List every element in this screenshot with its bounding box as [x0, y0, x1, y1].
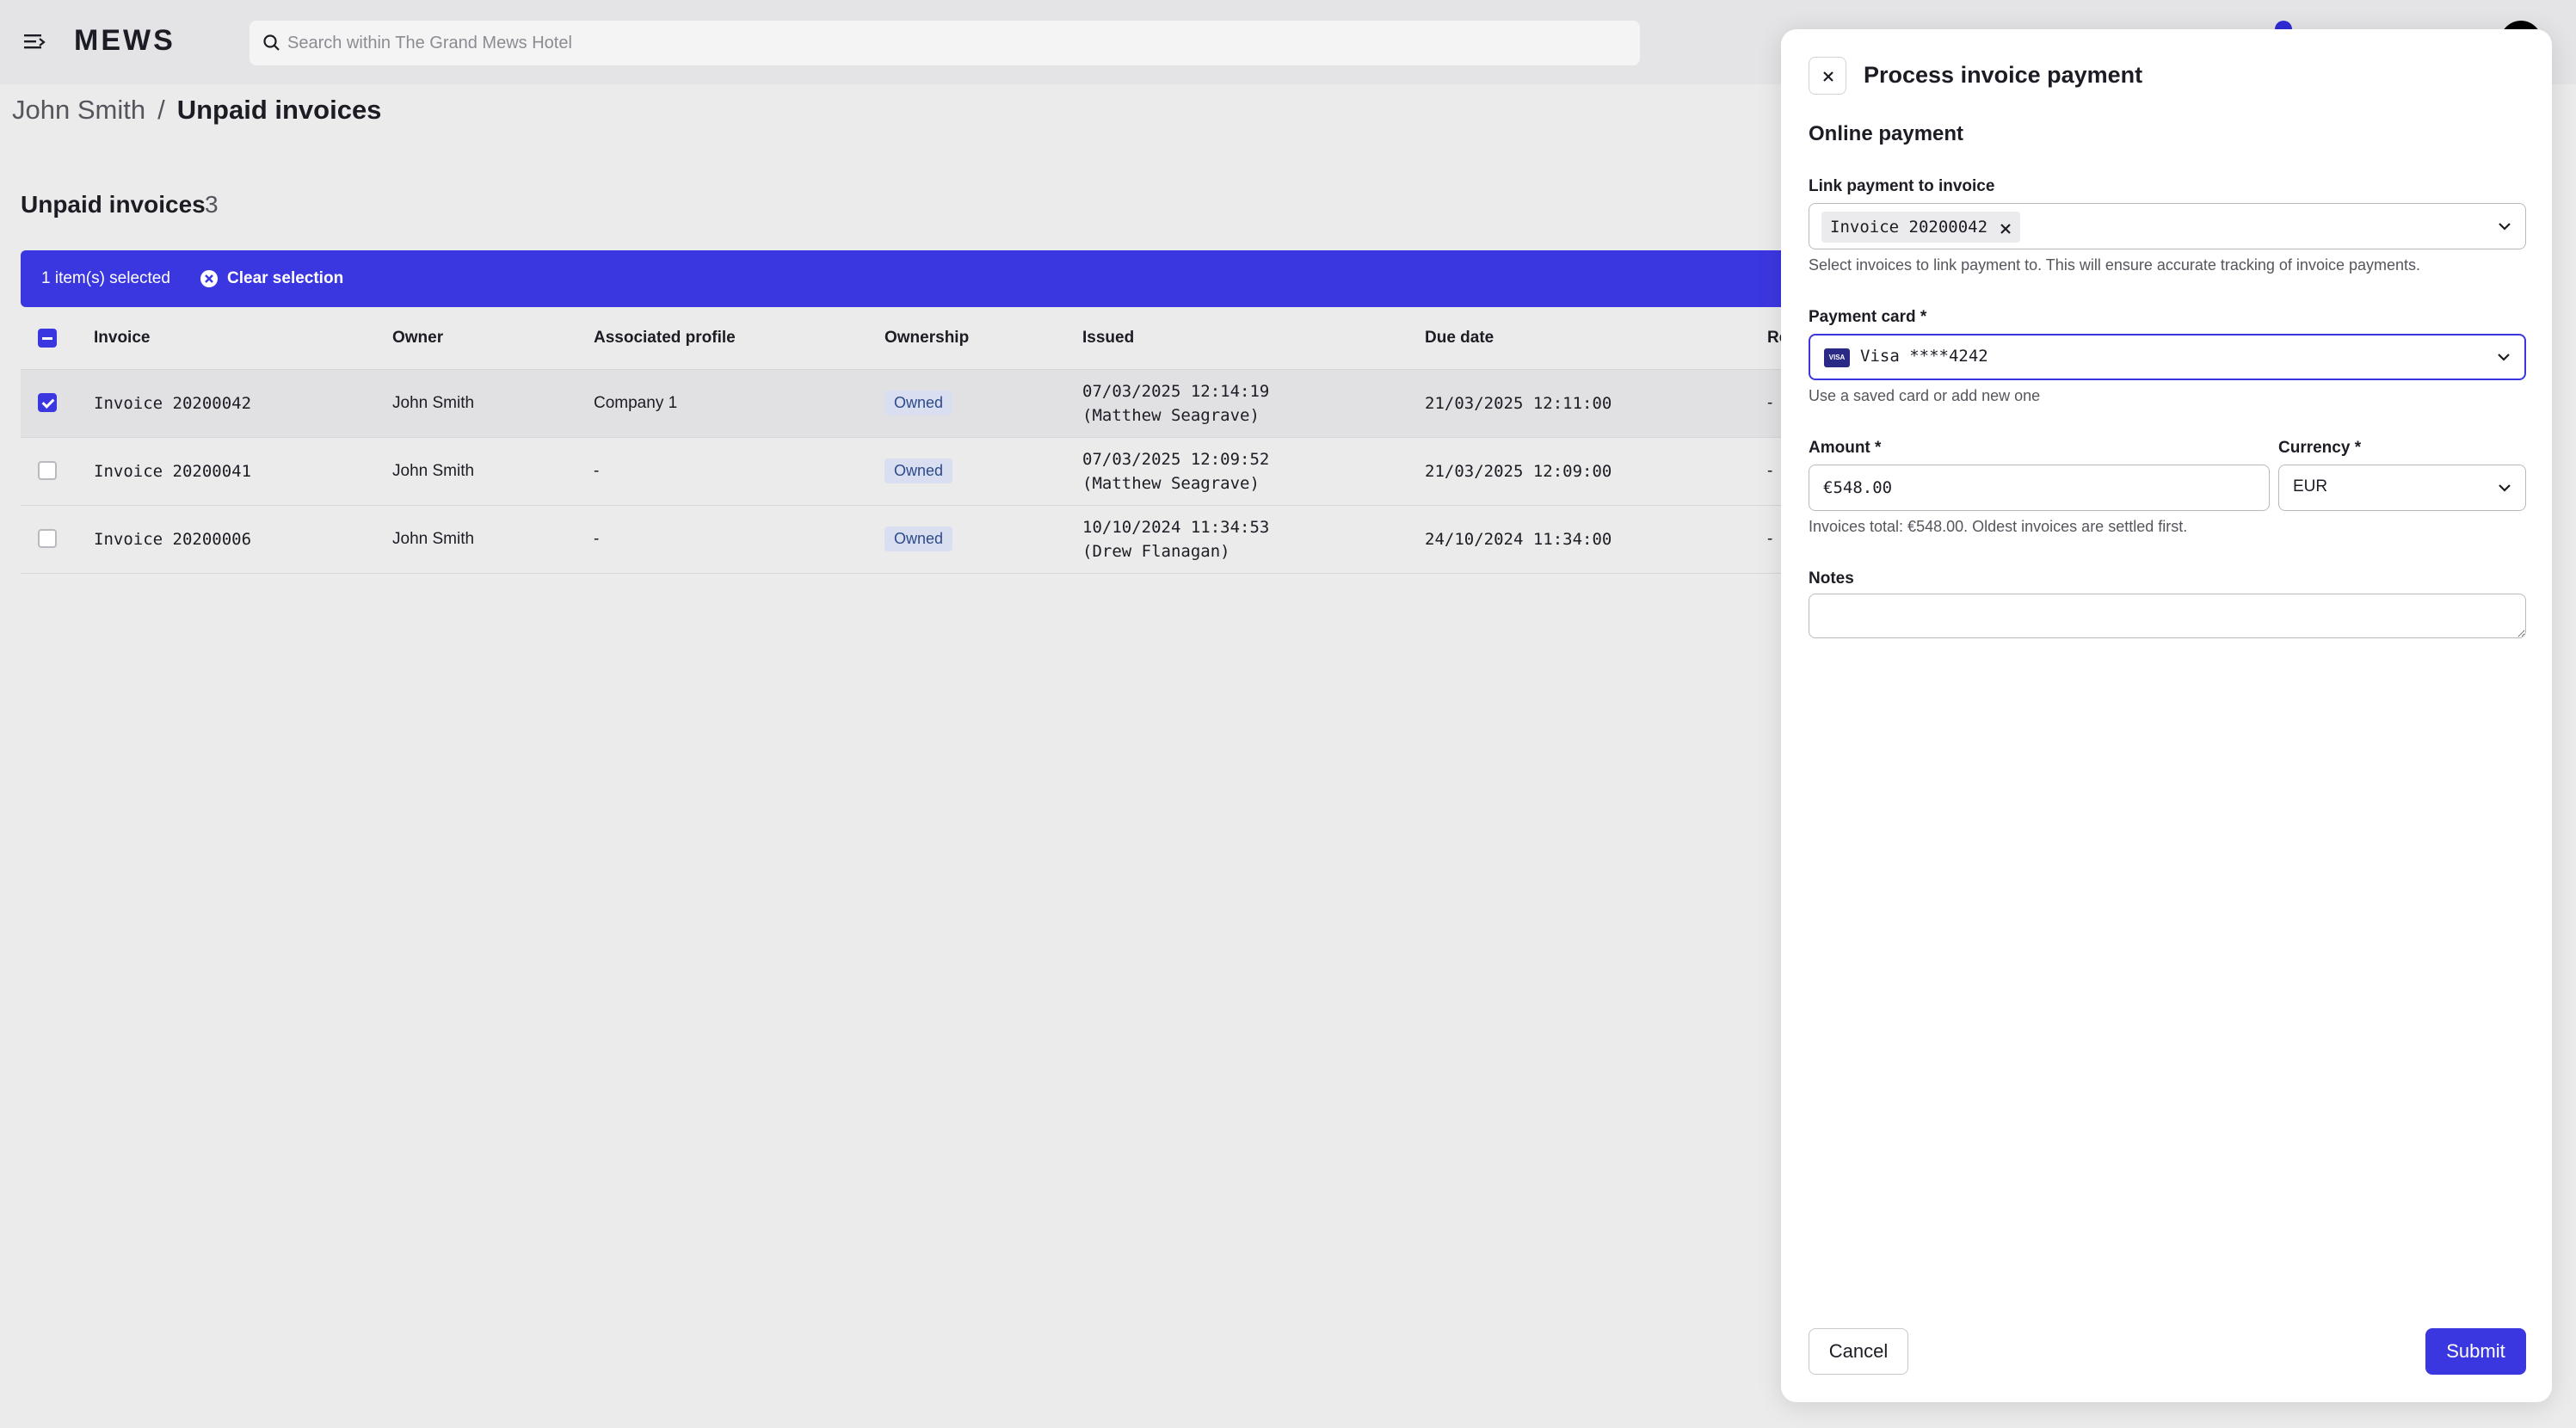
- clear-selection-label: Clear selection: [227, 269, 344, 287]
- owner-cell: John Smith: [392, 437, 594, 506]
- breadcrumb-parent-link[interactable]: John Smith: [12, 95, 145, 125]
- payment-card-label: Payment card *: [1809, 308, 1927, 326]
- column-header-ownership[interactable]: Ownership: [884, 307, 1082, 370]
- associated-profile-cell: Company 1: [594, 369, 884, 438]
- row-checkbox[interactable]: [38, 529, 57, 549]
- search-input[interactable]: [287, 21, 1630, 65]
- amount-input[interactable]: [1809, 465, 2269, 510]
- breadcrumb-separator: /: [157, 95, 165, 125]
- chevron-down-icon[interactable]: [2498, 220, 2511, 232]
- section-count: 3: [205, 191, 219, 218]
- panel-subtitle: Online payment: [1809, 122, 1964, 145]
- chevron-down-icon[interactable]: [2497, 351, 2511, 363]
- selected-invoice-chip: Invoice 20200042: [1821, 212, 2021, 243]
- owner-cell: John Smith: [392, 505, 594, 574]
- link-invoice-label: Link payment to invoice: [1809, 177, 1995, 195]
- visa-card-icon: VISA: [1824, 348, 1850, 367]
- link-invoice-select[interactable]: Invoice 20200042: [1809, 203, 2526, 249]
- issued-by: (Drew Flanagan): [1082, 541, 1230, 561]
- selection-count-text: 1 item(s) selected: [41, 269, 170, 287]
- due-date-cell: 21/03/2025 12:11:00: [1425, 369, 1767, 438]
- column-header-due-date[interactable]: Due date: [1425, 307, 1767, 370]
- issued-date: 10/10/2024 11:34:53: [1082, 517, 1270, 537]
- row-checkbox[interactable]: [38, 461, 57, 481]
- currency-value: EUR: [2293, 477, 2328, 495]
- currency-label: Currency *: [2278, 439, 2362, 457]
- invoice-number[interactable]: Invoice 20200041: [94, 437, 392, 506]
- close-icon: [1823, 71, 1833, 82]
- column-header-issued[interactable]: Issued: [1082, 307, 1425, 370]
- issued-date: 07/03/2025 12:09:52: [1082, 449, 1270, 469]
- currency-select[interactable]: EUR: [2278, 465, 2526, 511]
- submit-button[interactable]: Submit: [2425, 1328, 2526, 1375]
- issued-date: 07/03/2025 12:14:19: [1082, 381, 1270, 401]
- ownership-badge: Owned: [884, 459, 953, 483]
- associated-profile-cell: -: [594, 437, 884, 506]
- select-all-checkbox[interactable]: [38, 328, 57, 348]
- column-header-associated-profile[interactable]: Associated profile: [594, 307, 884, 370]
- panel-title: Process invoice payment: [1864, 62, 2143, 88]
- search-icon: [262, 33, 282, 53]
- cancel-button[interactable]: Cancel: [1809, 1328, 1908, 1375]
- invoice-number[interactable]: Invoice 20200042: [94, 369, 392, 438]
- amount-help: Invoices total: €548.00. Oldest invoices…: [1809, 518, 2188, 535]
- due-date-cell: 21/03/2025 12:09:00: [1425, 437, 1767, 506]
- owner-cell: John Smith: [392, 369, 594, 438]
- amount-label: Amount *: [1809, 439, 1882, 457]
- selection-bar: 1 item(s) selected Clear selection: [21, 250, 1827, 307]
- payment-card-help: Use a saved card or add new one: [1809, 387, 2041, 404]
- clear-selection-button[interactable]: Clear selection: [200, 266, 343, 292]
- search-bar[interactable]: [250, 21, 1640, 65]
- table-row[interactable]: Invoice 20200041 John Smith - Owned 07/0…: [21, 437, 1827, 506]
- close-panel-button[interactable]: [1809, 57, 1846, 95]
- chevron-down-icon[interactable]: [2498, 482, 2511, 494]
- section-title: Unpaid invoices: [21, 191, 206, 218]
- process-payment-panel: Process invoice payment Online payment L…: [1781, 29, 2552, 1402]
- table-row[interactable]: Invoice 20200006 John Smith - Owned 10/1…: [21, 505, 1827, 574]
- ownership-badge: Owned: [884, 391, 953, 415]
- issued-by: (Matthew Seagrave): [1082, 405, 1260, 425]
- ownership-badge: Owned: [884, 526, 953, 551]
- breadcrumb: John Smith / Unpaid invoices: [12, 95, 381, 126]
- invoices-table: Invoice Owner Associated profile Ownersh…: [21, 307, 1827, 574]
- mews-logo: MEWS: [74, 24, 176, 57]
- page-title: Unpaid invoices: [176, 95, 382, 125]
- column-header-owner[interactable]: Owner: [392, 307, 594, 370]
- payment-card-select[interactable]: VISA Visa ****4242: [1809, 334, 2526, 380]
- row-checkbox[interactable]: [38, 393, 57, 413]
- notes-textarea[interactable]: [1809, 594, 2526, 638]
- invoice-number[interactable]: Invoice 20200006: [94, 505, 392, 574]
- payment-card-value: Visa ****4242: [1860, 347, 1988, 366]
- notes-label: Notes: [1809, 569, 1854, 588]
- due-date-cell: 24/10/2024 11:34:00: [1425, 505, 1767, 574]
- amount-field[interactable]: [1809, 465, 2270, 511]
- column-header-invoice[interactable]: Invoice: [94, 307, 392, 370]
- close-circle-icon: [200, 269, 219, 288]
- hamburger-menu-icon[interactable]: [22, 31, 46, 53]
- associated-profile-cell: -: [594, 505, 884, 574]
- link-invoice-help: Select invoices to link payment to. This…: [1809, 256, 2420, 274]
- table-row[interactable]: Invoice 20200042 John Smith Company 1 Ow…: [21, 369, 1827, 438]
- remove-chip-icon[interactable]: [2000, 221, 2012, 234]
- selected-invoice-chip-label: Invoice 20200042: [1830, 218, 1988, 237]
- table-header-row: Invoice Owner Associated profile Ownersh…: [21, 307, 1827, 370]
- issued-by: (Matthew Seagrave): [1082, 473, 1260, 493]
